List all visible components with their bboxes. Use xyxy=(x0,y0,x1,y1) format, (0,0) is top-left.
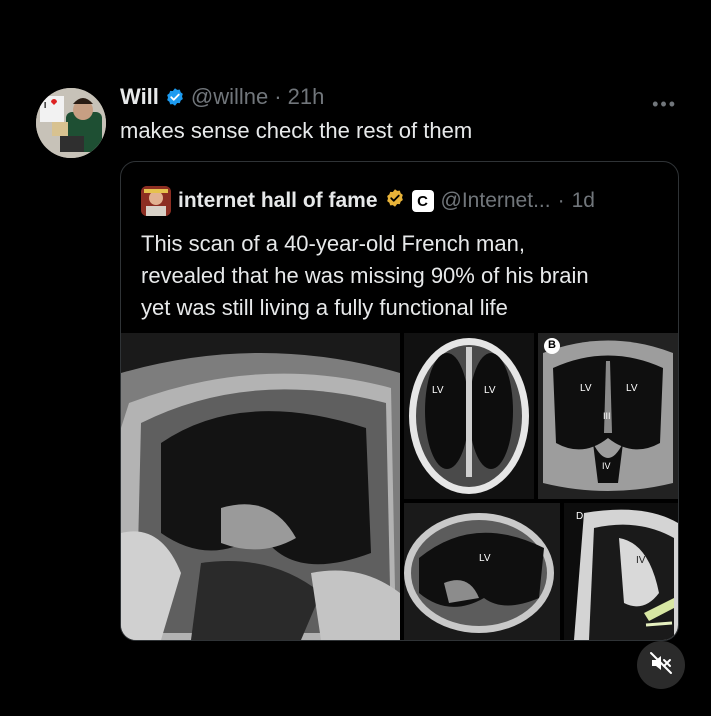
post-text: makes sense check the rest of them xyxy=(120,118,473,143)
quoted-author-name[interactable]: internet hall of fame xyxy=(178,189,378,213)
mri-coronal-image[interactable]: LV LV III IV B xyxy=(538,333,678,499)
verified-badge-icon xyxy=(165,87,185,107)
author-avatar[interactable]: I xyxy=(36,88,106,158)
scan-label: LV xyxy=(484,385,496,396)
scan-label: LV xyxy=(479,553,491,564)
post-header: Will @willne · 21h xyxy=(120,84,324,110)
scan-label: LV xyxy=(580,383,592,394)
quoted-post[interactable]: internet hall of fame C @Internet... · 1… xyxy=(120,161,679,641)
svg-text:I: I xyxy=(44,101,46,110)
scan-label: III xyxy=(603,411,611,421)
mute-button[interactable] xyxy=(637,641,685,689)
mri-midline-image[interactable]: IV D xyxy=(564,503,678,640)
gold-verified-badge-icon xyxy=(385,188,405,214)
panel-letter: D xyxy=(576,511,584,522)
scan-label: IV xyxy=(602,461,611,471)
quoted-post-text: This scan of a 40-year-old French man, r… xyxy=(141,228,661,324)
scan-label: LV xyxy=(626,383,638,394)
separator: · xyxy=(274,84,282,109)
ct-axial-image[interactable]: LV LV xyxy=(404,333,534,499)
quoted-author-avatar[interactable] xyxy=(141,186,171,216)
quoted-text-line: yet was still living a fully functional … xyxy=(141,295,508,320)
quoted-author-handle[interactable]: @Internet... xyxy=(441,189,551,213)
separator: · xyxy=(557,189,565,212)
author-handle[interactable]: @willne xyxy=(191,84,268,110)
quoted-post-media[interactable]: LV LV LV LV III IV B LV IV D xyxy=(121,333,678,640)
panel-letter: B xyxy=(548,339,556,351)
affiliate-badge-icon: C xyxy=(411,190,434,212)
mri-sagittal-image[interactable] xyxy=(121,333,400,640)
quoted-text-line: This scan of a 40-year-old French man, xyxy=(141,231,525,256)
quoted-post-header: internet hall of fame C @Internet... · 1… xyxy=(141,186,595,216)
quoted-text-line: revealed that he was missing 90% of his … xyxy=(141,263,589,288)
scan-label: LV xyxy=(432,385,444,396)
mri-sagittal-image-2[interactable]: LV xyxy=(404,503,560,640)
more-icon[interactable]: ••• xyxy=(652,94,677,115)
scan-label: IV xyxy=(636,555,646,566)
author-name[interactable]: Will xyxy=(120,84,159,110)
post: I Will @willne · 21h ••• makes sense che… xyxy=(0,0,711,716)
quoted-post-time[interactable]: 1d xyxy=(572,189,595,213)
post-time[interactable]: 21h xyxy=(288,84,325,110)
volume-mute-icon xyxy=(649,651,673,680)
